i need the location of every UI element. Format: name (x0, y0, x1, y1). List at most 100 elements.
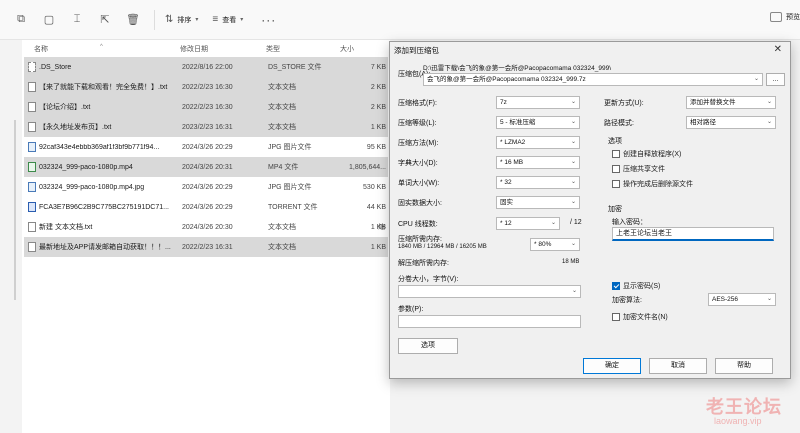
copy-icon[interactable]: ⧉ (14, 13, 28, 27)
file-name: 最新地址及APP请发邮箱自动获取！！！... (39, 244, 171, 251)
column-name[interactable]: 名称 (34, 44, 48, 54)
level-value: 5 - 标准压缩 (500, 119, 536, 126)
watermark-url: laowang.vip (714, 416, 762, 426)
decomp-label: 解压缩所需内存: (398, 260, 449, 267)
sort-label: 排序 (177, 16, 192, 24)
sort-icon: ⇅ (165, 14, 174, 25)
toolbar-divider (154, 9, 155, 30)
params-input[interactable] (398, 315, 581, 328)
file-row[interactable]: 新建 文本文档.txt 2024/3/26 20:30 文本文档 1 KB (24, 217, 388, 237)
chevron-down-icon: ⌄ (766, 99, 772, 105)
encrypt-names-checkbox[interactable]: 加密文件名(N) (612, 312, 668, 322)
file-row[interactable]: 【永久地址发布页】.txt 2023/2/23 16:31 文本文档 1 KB (24, 117, 388, 137)
threads-combo[interactable]: * 12 ⌄ (496, 217, 560, 230)
preview-button[interactable]: 预览 (770, 12, 800, 22)
document-file-icon (28, 242, 36, 252)
archive-path: D:\迅雷下载\会飞的象@第一会所@Pacopacomama 032324_99… (423, 65, 612, 72)
checkbox-icon (612, 150, 620, 158)
ok-button[interactable]: 确定 (583, 358, 641, 374)
sfx-checkbox[interactable]: 创建自释放程序(X) (612, 149, 681, 159)
password-input[interactable]: 上老王论坛当老王 (612, 227, 774, 241)
shared-label: 压缩共享文件 (623, 166, 665, 173)
archive-name-value: 会飞的象@第一会所@Pacopacomama 032324_999.7z (427, 76, 586, 83)
decomp-value: 18 MB (562, 259, 580, 265)
pathmode-combo[interactable]: 相对路径 ⌄ (686, 116, 776, 129)
format-combo[interactable]: 7z ⌄ (496, 96, 580, 109)
file-list: ^ 名称 修改日期 类型 大小 .DS_Store 2022/8/16 22:00… (22, 40, 390, 433)
word-value: * 32 (500, 179, 512, 186)
file-date: 2022/2/23 16:30 (182, 83, 233, 91)
close-icon[interactable]: ✕ (774, 44, 782, 55)
method-combo[interactable]: * LZMA2 ⌄ (496, 136, 580, 149)
options-button[interactable]: 选项 (398, 338, 458, 354)
show-password-checkbox[interactable]: 显示密码(S) (612, 281, 660, 291)
file-name: 92caf343e4ebbb369af1f3bf9b771f94... (39, 143, 160, 151)
paste-icon[interactable]: ▢ (42, 13, 56, 27)
word-combo[interactable]: * 32 ⌄ (496, 176, 580, 189)
file-row[interactable]: .DS_Store 2022/8/16 22:00 DS_STORE 文件 7 KB (24, 57, 388, 77)
format-value: 7z (500, 99, 507, 106)
delete-source-checkbox[interactable]: 操作完成后删除源文件 (612, 179, 693, 189)
more-button[interactable]: ··· (261, 13, 276, 27)
file-row[interactable]: 【论坛介绍】.txt 2022/2/23 16:30 文本文档 2 KB (24, 97, 388, 117)
params-label: 参数(P): (398, 306, 424, 313)
column-header: ^ 名称 修改日期 类型 大小 (22, 40, 390, 56)
column-date[interactable]: 修改日期 (180, 44, 208, 54)
shared-checkbox[interactable]: 压缩共享文件 (612, 164, 665, 174)
chevron-down-icon: ▾ (240, 17, 244, 23)
column-size[interactable]: 大小 (340, 44, 354, 54)
word-label: 单词大小(W): (398, 180, 440, 187)
file-row[interactable]: FCA3E7B96C2B9C775BC275191DC71... 2024/3/2… (24, 197, 388, 217)
image-file-icon (28, 142, 36, 152)
chevron-down-icon: ⌄ (753, 76, 759, 82)
update-combo[interactable]: 添加并替换文件 ⌄ (686, 96, 776, 109)
chevron-down-icon: ⌄ (570, 159, 576, 165)
solid-combo[interactable]: 固实 ⌄ (496, 196, 580, 209)
file-row[interactable]: 【来了就能下载和观看！完全免费！】.txt 2022/2/23 16:30 文本文档… (24, 77, 388, 97)
checkbox-icon (612, 313, 620, 321)
file-name: 【来了就能下载和观看！完全免费！】.txt (39, 84, 168, 91)
file-name: 新建 文本文档.txt (39, 224, 93, 231)
file-row[interactable]: 032324_999-paco-1080p.mp4 2024/3/26 20:31… (24, 157, 388, 177)
enc-method-combo[interactable]: AES-256 ⌄ (708, 293, 776, 306)
file-type: MP4 文件 (268, 164, 299, 171)
checkbox-icon (612, 180, 620, 188)
help-button[interactable]: 帮助 (715, 358, 773, 374)
file-date: 2024/3/26 20:31 (182, 163, 233, 171)
cancel-button[interactable]: 取消 (649, 358, 707, 374)
file-size: 1,805,644... (349, 163, 386, 171)
sort-button[interactable]: ⇅ 排序 ▾ (165, 14, 198, 25)
update-label: 更新方式(U): (604, 100, 644, 107)
navigation-pane (0, 40, 22, 433)
share-icon[interactable]: ⇱ (98, 13, 112, 27)
delete-icon[interactable]: 🗑 (126, 13, 140, 27)
file-row[interactable]: 最新地址及APP请发邮箱自动获取！！！... 2022/2/23 16:31 文本文… (24, 237, 388, 257)
file-row[interactable]: 032324_999-paco-1080p.mp4.jpg 2024/3/26 2… (24, 177, 388, 197)
column-type[interactable]: 类型 (266, 44, 280, 54)
pathmode-value: 相对路径 (690, 119, 716, 126)
file-name: 【永久地址发布页】.txt (39, 124, 112, 131)
mem-pct-combo[interactable]: * 80% ⌄ (530, 238, 580, 251)
dict-combo[interactable]: * 16 MB ⌄ (496, 156, 580, 169)
nav-scrollbar[interactable] (14, 120, 16, 300)
threads-value: * 12 (500, 220, 512, 227)
method-label: 压缩方法(M): (398, 140, 439, 147)
mem-value: 1840 MB / 12964 MB / 16205 MB (398, 244, 487, 250)
file-type: 文本文档 (268, 224, 296, 231)
file-type: DS_STORE 文件 (268, 64, 322, 71)
preview-icon (770, 12, 782, 22)
archive-name-combo[interactable]: 会飞的象@第一会所@Pacopacomama 032324_999.7z ⌄ (423, 73, 763, 86)
options-group-label: 选项 (608, 138, 622, 145)
rename-icon[interactable]: ⌶ (70, 13, 84, 27)
dict-label: 字典大小(D): (398, 160, 438, 167)
file-size: 2 KB (370, 103, 386, 111)
split-combo[interactable]: ⌄ (398, 285, 581, 298)
browse-button[interactable]: ... (766, 73, 785, 86)
file-row[interactable]: 92caf343e4ebbb369af1f3bf9b771f94... 2024/… (24, 137, 388, 157)
level-combo[interactable]: 5 - 标准压缩 ⌄ (496, 116, 580, 129)
file-size: 44 KB (366, 203, 386, 211)
view-icon: ≡ (212, 14, 219, 25)
mem-label: 压缩所需内存: (398, 236, 442, 243)
view-label: 查看 (222, 16, 237, 24)
view-button[interactable]: ≡ 查看 ▾ (212, 14, 243, 25)
